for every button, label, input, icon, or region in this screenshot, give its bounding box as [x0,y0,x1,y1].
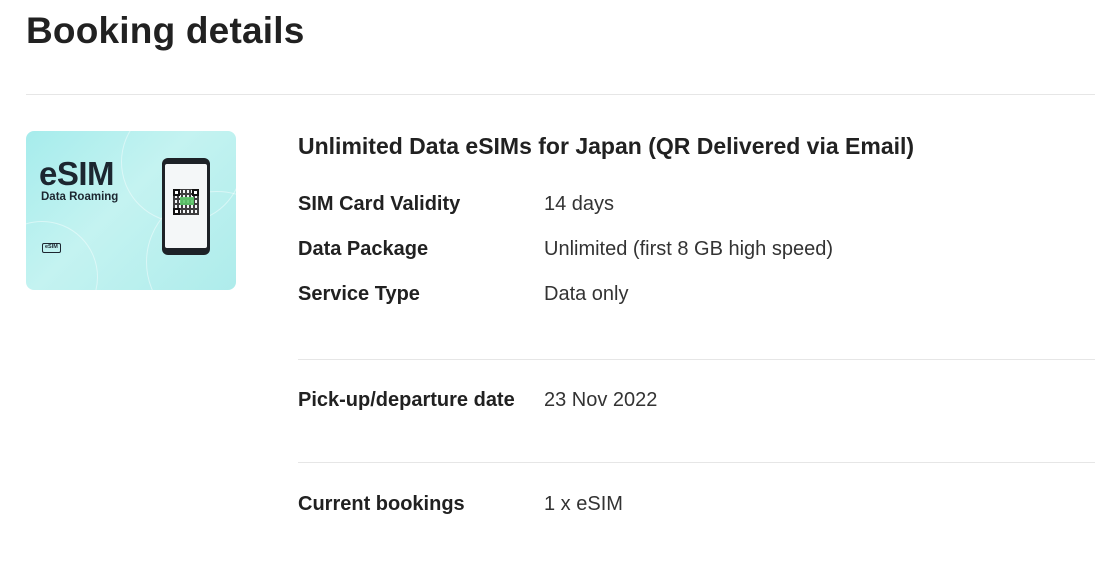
qr-finder-icon [173,189,180,196]
phone-illustration [162,158,210,255]
product-image-title: eSIM [39,155,115,192]
detail-label: SIM Card Validity [298,193,461,215]
section-divider [26,94,1095,95]
qr-finder-icon [192,189,199,196]
detail-value: Data only [544,283,629,305]
detail-value: 1 x eSIM [544,493,623,515]
product-image[interactable]: eSIM Data Roaming eSIM [26,131,236,290]
detail-label: Data Package [298,238,429,260]
detail-value: 14 days [544,193,615,215]
product-image-badge: eSIM [42,243,61,253]
detail-label: Service Type [298,283,420,305]
detail-label: Current bookings [298,493,465,515]
phone-screen [165,164,207,248]
decorative-circle [26,221,98,290]
section-divider [298,359,1095,360]
qr-finder-icon [173,208,180,215]
detail-label: Pick-up/departure date [298,389,515,411]
detail-value: 23 Nov 2022 [544,389,658,411]
section-divider [298,462,1095,463]
page-title: Booking details [26,10,305,51]
product-image-subtitle: Data Roaming [41,191,119,203]
product-title: Unlimited Data eSIMs for Japan (QR Deliv… [298,133,915,159]
booking-details-page: Booking details eSIM Data Roaming eSIM U… [0,0,1095,564]
detail-value: Unlimited (first 8 GB high speed) [544,238,834,260]
qr-overlay-icon [180,197,194,205]
